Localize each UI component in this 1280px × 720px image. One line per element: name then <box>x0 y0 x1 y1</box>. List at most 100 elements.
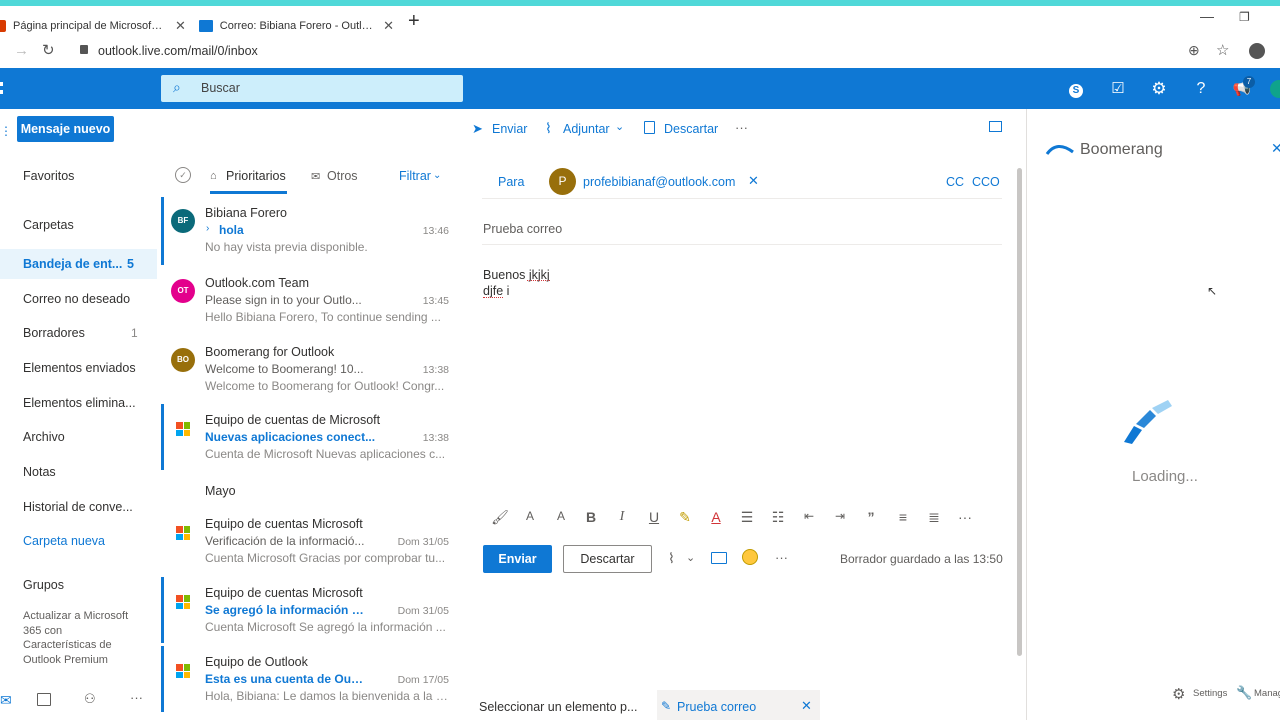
settings-link[interactable]: Settings <box>1193 688 1227 699</box>
forward-icon[interactable]: → <box>14 42 29 59</box>
highlight-icon[interactable]: ✎ <box>675 509 695 526</box>
profile-icon[interactable] <box>1249 43 1265 59</box>
list-item[interactable]: Equipo de cuentas de Microsoft Nuevas ap… <box>161 404 459 472</box>
font-size-icon[interactable]: A <box>551 509 571 523</box>
format-painter-icon[interactable]: 🖌 <box>490 509 510 526</box>
font-color-icon[interactable]: A <box>706 509 726 525</box>
discard-button[interactable]: Descartar <box>563 545 652 573</box>
cc-button[interactable]: CC <box>946 175 964 189</box>
groups-heading[interactable]: Grupos <box>23 578 64 592</box>
preview: Welcome to Boomerang for Outlook! Congr.… <box>205 379 445 393</box>
people-icon[interactable]: ⚇ <box>84 691 96 707</box>
list-item[interactable]: OT Outlook.com Team Please sign in to yo… <box>161 266 459 334</box>
gear-icon[interactable]: ⚙ <box>1149 79 1169 99</box>
list-item[interactable]: Equipo de Outlook Esta es una cuenta de … <box>161 646 459 714</box>
favorites-heading[interactable]: Favoritos <box>23 169 74 183</box>
subject-field[interactable]: Prueba correo <box>483 222 562 236</box>
select-all-checkbox[interactable]: ✓ <box>175 167 191 183</box>
quote-icon[interactable]: ” <box>861 509 881 525</box>
sidebar-item-junk[interactable]: Correo no deseado <box>23 292 130 306</box>
list-item[interactable]: BO Boomerang for Outlook Welcome to Boom… <box>161 335 459 403</box>
manage-link[interactable]: Manag <box>1254 688 1280 699</box>
close-icon[interactable]: ✕ <box>383 18 394 34</box>
more-options-button[interactable]: ··· <box>735 120 748 135</box>
folders-heading[interactable]: Carpetas <box>23 218 74 232</box>
emoji-icon[interactable] <box>742 549 758 565</box>
popout-icon[interactable] <box>989 121 1002 132</box>
sidebar-item-history[interactable]: Historial de conve... <box>23 500 133 514</box>
more-formatting-icon[interactable]: ··· <box>955 509 975 525</box>
underline-icon[interactable]: U <box>644 509 664 525</box>
search-box[interactable]: ⌕ Buscar <box>161 75 463 102</box>
align-left-icon[interactable]: ≡ <box>893 509 913 525</box>
new-message-button[interactable]: Mensaje nuevo <box>17 116 114 142</box>
subject: Esta es una cuenta de Outl... <box>205 672 365 686</box>
restore-icon[interactable]: ❐ <box>1239 10 1250 24</box>
draft-tab[interactable]: Prueba correo <box>677 700 756 714</box>
indent-icon[interactable]: ⇥ <box>830 509 850 523</box>
timestamp: 13:38 <box>422 364 449 376</box>
sidebar-item-inbox[interactable]: Bandeja de ent... <box>23 257 122 271</box>
bcc-button[interactable]: CCO <box>972 175 1000 189</box>
calendar-icon[interactable] <box>37 693 51 706</box>
app-launcher-icon[interactable] <box>0 82 3 94</box>
chevron-down-icon[interactable]: ⌄ <box>615 120 624 133</box>
url-text[interactable]: outlook.live.com/mail/0/inbox <box>98 44 258 58</box>
sidebar-item-archive[interactable]: Archivo <box>23 430 65 444</box>
tab-focused[interactable]: Prioritarios <box>226 169 286 183</box>
recipient-chip[interactable]: profebibianaf@outlook.com <box>583 175 735 189</box>
filter-button[interactable]: Filtrar <box>399 169 431 183</box>
search-input[interactable]: Buscar <box>201 81 240 95</box>
close-icon[interactable]: ✕ <box>175 18 186 34</box>
italic-icon[interactable]: I <box>612 509 632 525</box>
close-icon[interactable]: ✕ <box>1271 140 1280 157</box>
sidebar-item-drafts[interactable]: Borradores <box>23 326 85 340</box>
body-line-2[interactable]: djfe i <box>483 284 509 298</box>
list-item[interactable]: Equipo de cuentas Microsoft Se agregó la… <box>161 577 459 645</box>
list-item[interactable]: Equipo de cuentas Microsoft Verificación… <box>161 508 459 576</box>
image-icon[interactable] <box>711 552 727 564</box>
sidebar-item-notes[interactable]: Notas <box>23 465 56 479</box>
select-item-tab[interactable]: Seleccionar un elemento p... <box>479 700 637 714</box>
new-tab-button[interactable]: + <box>408 10 420 33</box>
chevron-down-icon[interactable]: ⌄ <box>686 551 695 564</box>
add-icon[interactable]: ⊕ <box>1188 42 1200 59</box>
more-icon[interactable]: ··· <box>130 690 143 705</box>
upgrade-text[interactable]: Actualizar a Microsoft 365 con Caracterí… <box>23 609 133 667</box>
skype-icon[interactable]: S <box>1066 79 1086 99</box>
sidebar-item-sent[interactable]: Elementos enviados <box>23 361 136 375</box>
to-label[interactable]: Para <box>498 175 524 189</box>
scrollbar[interactable] <box>1017 168 1022 656</box>
attach-button[interactable]: Adjuntar <box>563 122 610 136</box>
reply-arrow-icon: › <box>206 223 210 234</box>
outdent-icon[interactable]: ⇤ <box>799 509 819 523</box>
help-icon[interactable]: ? <box>1191 79 1211 99</box>
gear-icon[interactable]: ⚙ <box>1172 685 1185 703</box>
avatar: BO <box>171 348 195 372</box>
tab-other[interactable]: Otros <box>327 169 358 183</box>
sidebar-item-deleted[interactable]: Elementos elimina... <box>23 396 136 410</box>
collapse-nav-icon[interactable]: ⋮ <box>0 124 12 138</box>
minimize-icon[interactable]: — <box>1200 8 1214 24</box>
bold-icon[interactable]: B <box>581 509 601 525</box>
align-center-icon[interactable]: ≣ <box>924 509 944 526</box>
paperclip-icon[interactable]: ⌇ <box>668 550 675 567</box>
new-folder-link[interactable]: Carpeta nueva <box>23 534 105 548</box>
send-toolbar-button[interactable]: Enviar <box>492 122 527 136</box>
list-item[interactable]: BF Bibiana Forero › hola 13:46 No hay vi… <box>161 197 459 265</box>
close-icon[interactable]: ✕ <box>801 698 812 714</box>
font-icon[interactable]: A <box>520 509 540 523</box>
bullets-icon[interactable]: ☰ <box>737 509 757 526</box>
remove-recipient-icon[interactable]: ✕ <box>748 173 759 189</box>
reload-icon[interactable]: ↻ <box>42 41 55 59</box>
more-icon[interactable]: ··· <box>775 550 788 565</box>
discard-toolbar-button[interactable]: Descartar <box>664 122 718 136</box>
timestamp: Dom 31/05 <box>397 605 449 617</box>
star-icon[interactable]: ☆ <box>1216 41 1229 59</box>
mail-icon[interactable]: ✉ <box>0 692 12 709</box>
calendar-check-icon[interactable]: ☑ <box>1108 79 1128 99</box>
numbering-icon[interactable]: ☷ <box>768 509 788 526</box>
send-button[interactable]: Enviar <box>483 545 552 573</box>
wrench-icon[interactable]: 🔧 <box>1236 685 1252 701</box>
office-icon <box>0 20 6 32</box>
